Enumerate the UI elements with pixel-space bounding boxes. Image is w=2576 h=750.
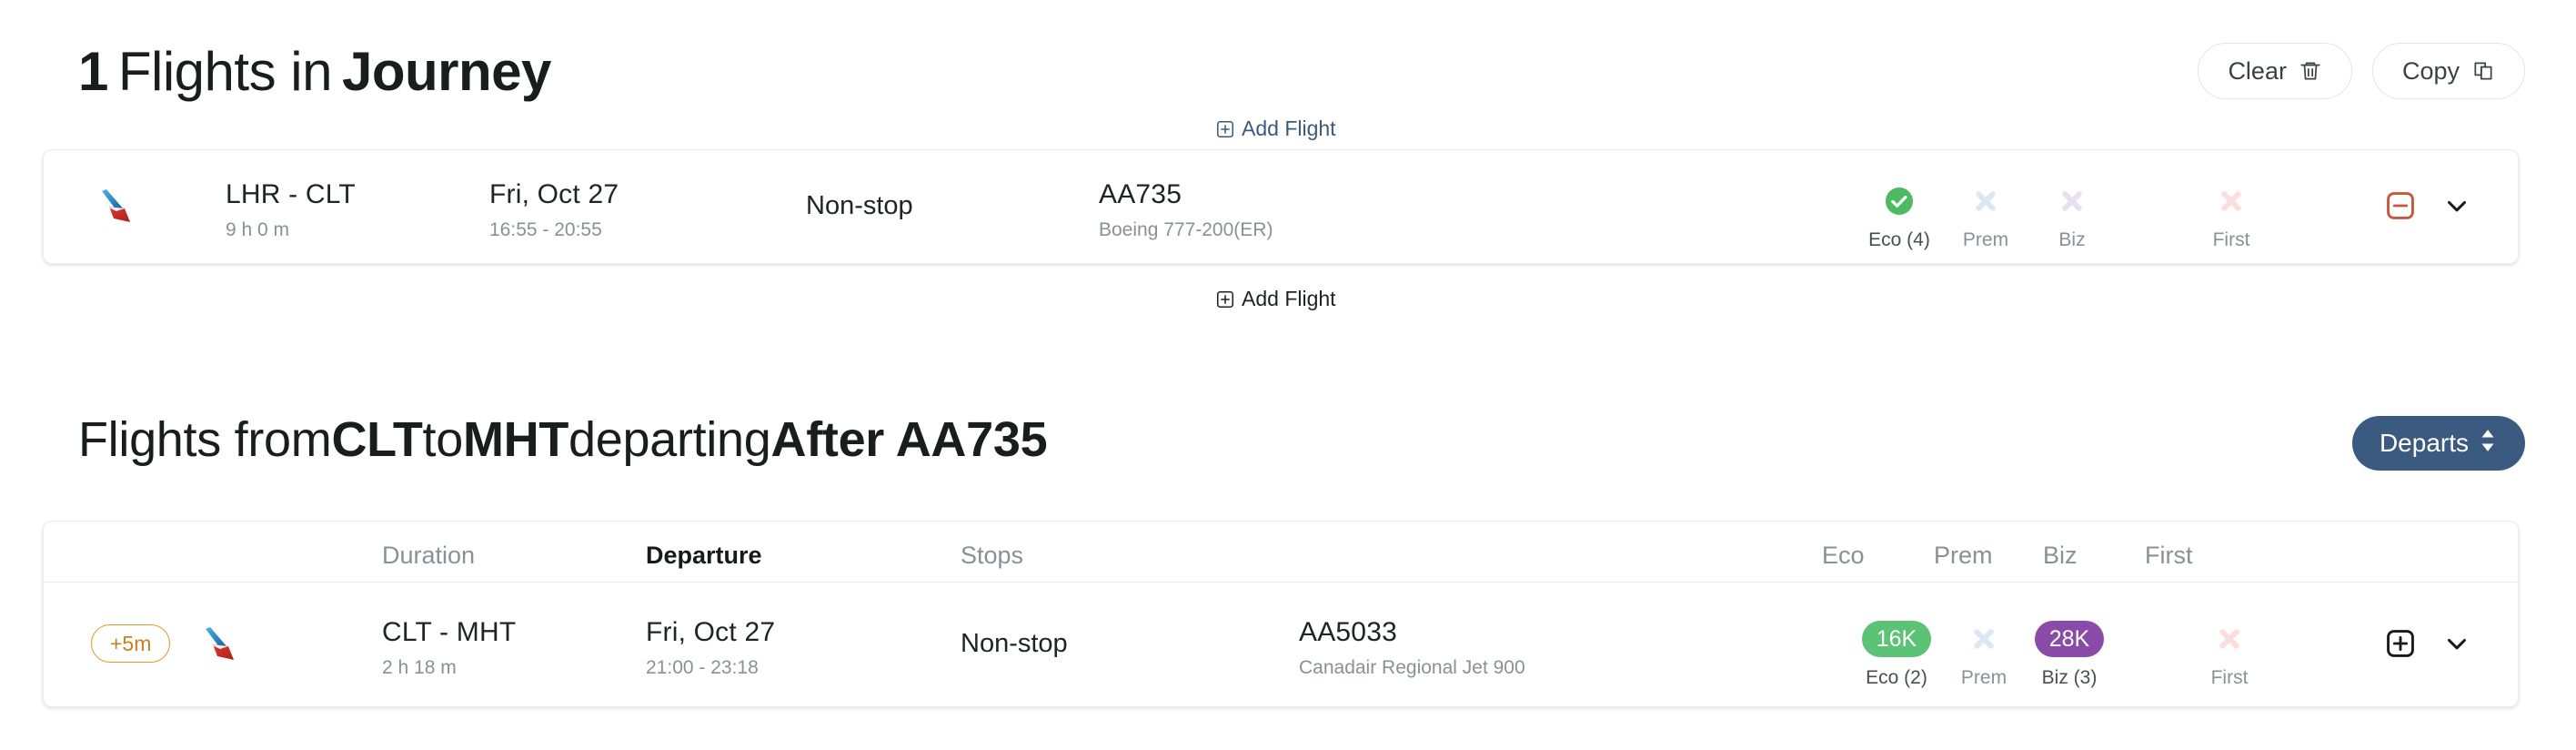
copy-button-label: Copy	[2401, 56, 2460, 85]
american-airlines-logo	[191, 617, 247, 674]
plus-square-icon	[1215, 289, 1235, 309]
clear-button-label: Clear	[2228, 56, 2287, 85]
journey-route-cell: LHR - CLT 9 h 0 m	[226, 179, 356, 240]
journey-cabin-first-label: First	[2212, 229, 2250, 250]
sort-departs-label: Departs	[2379, 429, 2469, 457]
journey-aircraft: Boeing 777-200(ER)	[1099, 219, 1273, 240]
column-header-prem[interactable]: Prem	[1934, 542, 1993, 570]
results-destination: MHT	[462, 412, 569, 467]
journey-stops-cell: Non-stop	[806, 193, 913, 219]
add-flight-button-bottom[interactable]: Add Flight	[1215, 287, 1336, 311]
journey-flight-count: 1	[78, 41, 108, 102]
flight-planner-page: 1 Flights in Journey Clear Copy Add Flig…	[0, 0, 2576, 750]
row-date: Fri, Oct 27	[646, 617, 776, 647]
header-actions: Clear Copy	[2198, 43, 2525, 99]
journey-date: Fri, Oct 27	[489, 179, 619, 209]
column-header-duration[interactable]: Duration	[382, 542, 475, 570]
sort-departs-button[interactable]: Departs	[2351, 416, 2525, 471]
row-cabin-first[interactable]: First	[2161, 621, 2298, 687]
results-title-prefix: Flights from	[78, 412, 332, 467]
page-title: 1 Flights in Journey	[78, 40, 551, 103]
results-table: Duration Departure Stops Eco Prem Biz Fi…	[43, 521, 2519, 707]
results-origin: CLT	[331, 412, 423, 467]
results-title-to: to	[422, 412, 464, 467]
journey-stops: Non-stop	[806, 191, 913, 220]
journey-flight-row[interactable]: LHR - CLT 9 h 0 m Fri, Oct 27 16:55 - 20…	[44, 150, 2518, 265]
add-flight-to-journey-button[interactable]	[2383, 626, 2418, 665]
journey-route: LHR - CLT	[226, 179, 356, 209]
results-table-header: Duration Departure Stops Eco Prem Biz Fi…	[44, 522, 2518, 583]
column-header-first[interactable]: First	[2145, 542, 2192, 570]
copy-button[interactable]: Copy	[2371, 43, 2525, 99]
x-mark-icon	[2163, 183, 2299, 219]
row-cabin-first-label: First	[2210, 667, 2249, 688]
row-stops-cell: Non-stop	[961, 631, 1068, 657]
biz-price-badge: 28K	[2001, 621, 2138, 657]
chevron-down-icon[interactable]	[2441, 190, 2472, 226]
results-title-departing: departing	[569, 412, 771, 467]
add-flight-top-label: Add Flight	[1242, 117, 1336, 140]
journey-departure-cell: Fri, Oct 27 16:55 - 20:55	[489, 179, 619, 240]
add-flight-button-top[interactable]: Add Flight	[1215, 117, 1336, 141]
row-route-cell: CLT - MHT 2 h 18 m	[382, 617, 517, 678]
journey-flight-cell: AA735 Boeing 777-200(ER)	[1099, 179, 1273, 240]
journey-flight-card: LHR - CLT 9 h 0 m Fri, Oct 27 16:55 - 20…	[43, 149, 2519, 264]
row-stops: Non-stop	[961, 629, 1068, 658]
plus-square-icon	[1215, 119, 1235, 139]
row-cabin-biz[interactable]: 28K Biz (3)	[2001, 621, 2138, 687]
row-aircraft: Canadair Regional Jet 900	[1299, 657, 1525, 678]
row-route: CLT - MHT	[382, 617, 517, 647]
trash-icon	[2299, 59, 2322, 83]
x-mark-icon	[2004, 183, 2140, 219]
column-header-biz[interactable]: Biz	[2043, 542, 2078, 570]
row-cabin-biz-label: Biz (3)	[2041, 667, 2098, 688]
journey-cabin-first[interactable]: First	[2163, 183, 2299, 249]
clear-button[interactable]: Clear	[2198, 43, 2352, 99]
column-header-departure[interactable]: Departure	[646, 542, 762, 570]
journey-flight-number: AA735	[1099, 179, 1182, 209]
delay-badge: +5m	[91, 624, 171, 663]
sort-updown-icon	[2478, 429, 2498, 459]
results-after-flight: After AA735	[770, 412, 1048, 467]
table-row[interactable]: +5m CLT - MHT 2 h 18 m Fri, Oct 27 21:00…	[44, 583, 2518, 707]
column-header-stops[interactable]: Stops	[961, 542, 1023, 570]
copy-icon	[2471, 59, 2495, 83]
journey-title-mid: Flights in	[117, 41, 333, 102]
american-airlines-logo	[87, 179, 144, 236]
journey-cabin-biz-label: Biz	[2058, 229, 2086, 250]
results-title: Flights fromCLTtoMHTdepartingAfter AA735	[78, 411, 1048, 468]
add-flight-bottom-label: Add Flight	[1242, 287, 1336, 310]
biz-price: 28K	[2034, 621, 2105, 657]
journey-duration: 9 h 0 m	[226, 219, 290, 240]
column-header-eco[interactable]: Eco	[1822, 542, 1865, 570]
row-controls	[2383, 626, 2472, 665]
row-departure-cell: Fri, Oct 27 21:00 - 23:18	[646, 617, 776, 678]
journey-row-controls	[2383, 188, 2472, 228]
journey-cabin-biz[interactable]: Biz	[2004, 183, 2140, 249]
journey-times: 16:55 - 20:55	[489, 219, 602, 240]
row-flight-cell: AA5033 Canadair Regional Jet 900	[1299, 617, 1525, 678]
row-flight-number: AA5033	[1299, 617, 1397, 647]
journey-title-strong: Journey	[341, 41, 551, 102]
chevron-down-icon[interactable]	[2441, 628, 2472, 664]
x-mark-icon	[2161, 621, 2298, 657]
row-times: 21:00 - 23:18	[646, 657, 759, 678]
remove-flight-button[interactable]	[2383, 188, 2418, 228]
row-duration: 2 h 18 m	[382, 657, 457, 678]
